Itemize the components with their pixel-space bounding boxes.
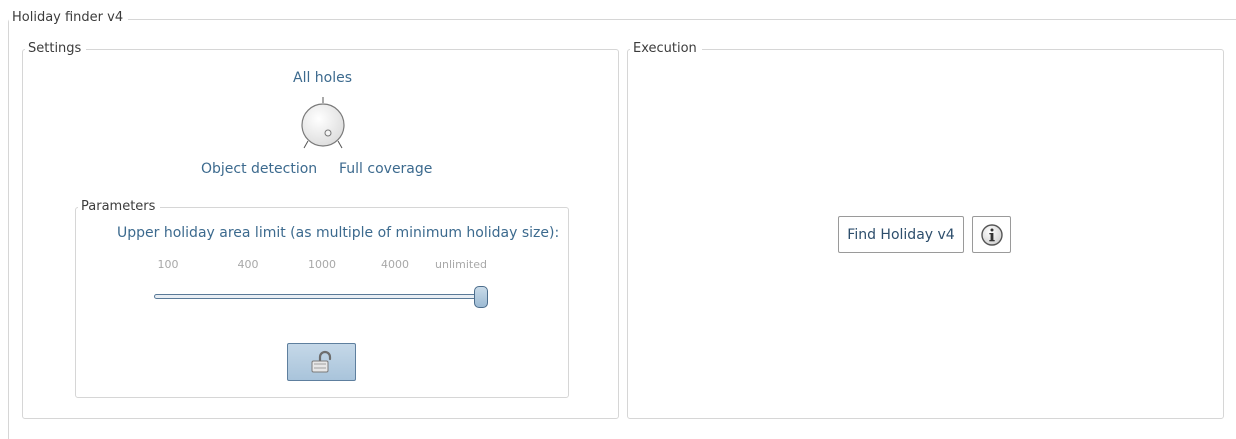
area-limit-slider-track[interactable]: [154, 294, 484, 299]
mode-knob[interactable]: [298, 95, 348, 151]
knob-label-all-holes[interactable]: All holes: [293, 70, 352, 86]
slider-tick-label: 4000: [381, 258, 409, 271]
info-button[interactable]: [972, 216, 1011, 253]
parameters-legend: Parameters: [78, 199, 161, 215]
knob-label-object-detection[interactable]: Object detection: [201, 161, 317, 177]
area-limit-slider-thumb[interactable]: [474, 286, 488, 308]
info-icon: [980, 223, 1003, 246]
knob-indicator-icon: [324, 129, 332, 137]
area-limit-label: Upper holiday area limit (as multiple of…: [117, 225, 560, 241]
unlock-icon: [311, 350, 331, 373]
lock-toggle-button[interactable]: [287, 343, 356, 381]
slider-tick-label: unlimited: [435, 258, 487, 271]
find-holiday-button[interactable]: Find Holiday v4: [838, 216, 964, 253]
slider-tick-label: 1000: [308, 258, 336, 271]
find-holiday-button-label: Find Holiday v4: [847, 226, 955, 243]
panel-title: Holiday finder v4: [9, 10, 129, 26]
settings-legend: Settings: [25, 41, 87, 57]
slider-tick-label: 400: [237, 258, 259, 271]
execution-legend: Execution: [630, 41, 702, 57]
slider-tick-label: 100: [157, 258, 179, 271]
knob-label-full-coverage[interactable]: Full coverage: [339, 161, 432, 177]
